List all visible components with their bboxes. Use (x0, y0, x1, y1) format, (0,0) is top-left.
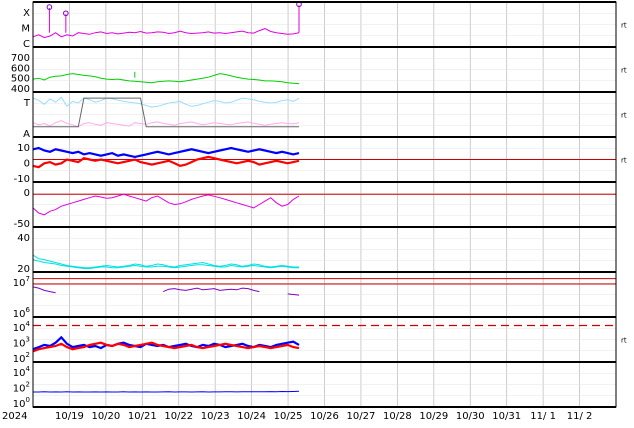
magnetic-field-tick-label: 10 (17, 143, 30, 154)
solar-wind-speed-tick-label: 400 (11, 84, 30, 95)
dst-index-tick-label: 0 (24, 188, 30, 199)
electron-flux-tick-label: 104 (13, 320, 31, 334)
side-marker: rt (621, 22, 627, 30)
side-marker: rt (621, 112, 627, 120)
chart-canvas: XMCrt700600500400rtTArt100-10rt0-5040201… (2, 1, 627, 422)
x-tick-label: 10/21 (128, 411, 157, 422)
temperature-alpha-tick-label: A (23, 129, 30, 140)
x-year-label: 2024 (2, 411, 27, 422)
neutron-flux-tick-label: 100 (13, 396, 30, 410)
electron-flux-tick-label: 102 (13, 351, 30, 365)
xray-flare-tick-label: M (21, 24, 30, 35)
side-marker: rt (621, 67, 627, 75)
x-tick-label: 10/29 (419, 411, 448, 422)
electron-flux-tick-label: 103 (13, 336, 30, 350)
proton-flux-series-0 (32, 286, 300, 296)
x-tick-label: 10/27 (347, 411, 376, 422)
magnetic-field-series-0 (32, 146, 300, 159)
magnetic-field-tick-label: -10 (14, 174, 30, 185)
temperature-alpha-series-2 (33, 97, 299, 128)
space-weather-chart: X M Crt 700 600 500 400 rt T Art 10 0 -10 rt 0 -50 40 20 1… (0, 0, 634, 424)
x-tick-label: 10/25 (274, 411, 303, 422)
neutron-flux-series-0 (33, 390, 300, 393)
x-tick-label: 10/20 (91, 411, 120, 422)
kp-index-tick-label: 40 (17, 233, 30, 244)
x-tick-label: 11/ 2 (567, 411, 593, 422)
grid-layer (32, 2, 617, 407)
magnetic-field-series-1 (32, 155, 300, 169)
label-layer: XMCrt700600500400rtTArt100-10rt0-5040201… (2, 8, 627, 422)
x-tick-label: 10/23 (201, 411, 230, 422)
magnetic-field-tick-label: 0 (24, 159, 30, 170)
solar-wind-speed-series-0 (32, 73, 300, 85)
temperature-alpha-tick-label: T (23, 98, 31, 109)
temperature-alpha-series-0 (32, 96, 300, 108)
dst-index-tick-label: -50 (14, 219, 30, 230)
neutron-flux-tick-label: 102 (13, 381, 30, 395)
neutron-flux-tick-label: 104 (13, 365, 31, 379)
x-tick-label: 10/24 (237, 411, 266, 422)
side-marker: rt (621, 337, 627, 345)
proton-flux-tick-label: 107 (13, 275, 30, 289)
kp-index-tick-label: 20 (17, 264, 30, 275)
x-tick-label: 10/22 (164, 411, 193, 422)
proton-flux-tick-label: 106 (13, 306, 31, 320)
x-tick-label: 10/19 (55, 411, 84, 422)
x-tick-label: 11/ 1 (530, 411, 556, 422)
x-tick-label: 10/28 (383, 411, 412, 422)
side-marker: rt (621, 157, 627, 165)
xray-flare-tick-label: C (23, 39, 30, 50)
x-tick-label: 10/26 (310, 411, 339, 422)
xray-flare-tick-label: X (23, 8, 30, 19)
xray-flare-series-0 (32, 28, 300, 39)
x-tick-label: 10/30 (456, 411, 485, 422)
x-tick-label: 10/31 (492, 411, 521, 422)
